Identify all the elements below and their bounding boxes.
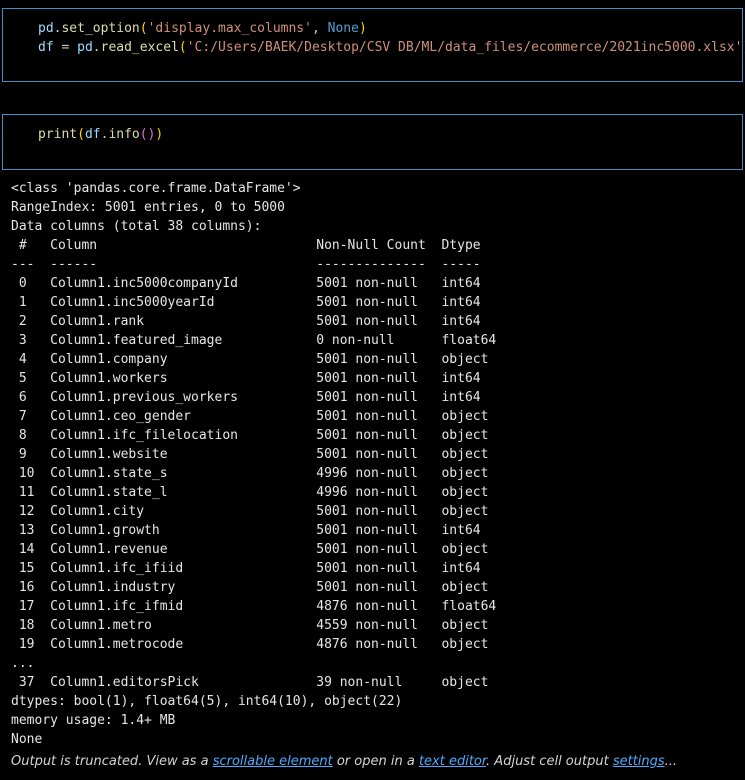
truncated-mid: or open in a: [332, 754, 419, 769]
scrollable-element-link[interactable]: scrollable element: [213, 754, 333, 769]
code-token: pd: [77, 40, 93, 55]
output-line: dtypes: bool(1), float64(5), int64(10), …: [11, 694, 403, 709]
output-line: 37 Column1.editorsPick 39 non-null objec…: [11, 675, 497, 690]
output-line: 7 Column1.ceo_gender 5001 non-null objec…: [11, 409, 497, 424]
output-line: 16 Column1.industry 5001 non-null object: [11, 580, 497, 595]
output-line: memory usage: 1.4+ MB: [11, 713, 176, 728]
truncated-suffix: ...: [664, 754, 678, 769]
output-line: --- ------ -------------- -----: [11, 257, 497, 272]
output-line: 9 Column1.website 5001 non-null object: [11, 447, 497, 462]
code-token: (: [77, 127, 85, 142]
code-token: df: [84, 127, 101, 142]
output-line: 0 Column1.inc5000companyId 5001 non-null…: [11, 276, 497, 291]
text-editor-link[interactable]: text editor: [419, 754, 486, 769]
output-line: 14 Column1.revenue 5001 non-null object: [11, 542, 497, 557]
output-line: ...: [11, 656, 35, 671]
output-line: <class 'pandas.core.frame.DataFrame'>: [11, 181, 301, 196]
code-token: (: [139, 21, 148, 36]
output-line: 12 Column1.city 5001 non-null object: [11, 504, 497, 519]
code-token: .: [92, 40, 101, 55]
output-line: # Column Non-Null Count Dtype: [11, 238, 497, 253]
settings-link[interactable]: settings: [613, 754, 665, 769]
output-line: 3 Column1.featured_image 0 non-null floa…: [11, 333, 497, 348]
code-line: print(df.info()): [38, 125, 163, 144]
code-token: ): [358, 21, 367, 36]
code-token: info: [108, 127, 140, 142]
code-token: pd: [38, 21, 54, 36]
code-token: set_option: [61, 21, 140, 36]
cell-output: <class 'pandas.core.frame.DataFrame'> Ran…: [11, 179, 496, 749]
output-line: 4 Column1.company 5001 non-null object: [11, 352, 497, 367]
code-token: 'display.max_columns': [147, 21, 312, 36]
output-line: 17 Column1.ifc_ifmid 4876 non-null float…: [11, 599, 497, 614]
code-cell-set-option[interactable]: pd.set_option('display.max_columns', Non…: [2, 8, 745, 82]
code-token: ): [155, 127, 164, 142]
output-line: 5 Column1.workers 5001 non-null int64: [11, 371, 497, 386]
code-cell-print-info[interactable]: print(df.info()): [2, 114, 743, 170]
output-line: 2 Column1.rank 5001 non-null int64: [11, 314, 497, 329]
code-line: pd.set_option('display.max_columns', Non…: [38, 19, 745, 38]
cell-source[interactable]: print(df.info()): [38, 125, 163, 144]
code-token: (: [139, 127, 148, 142]
output-line: 19 Column1.metrocode 4876 non-null objec…: [11, 637, 497, 652]
output-line: None: [11, 732, 43, 747]
code-token: None: [327, 21, 359, 36]
code-token: print: [38, 127, 78, 142]
output-line: 15 Column1.ifc_ifiid 5001 non-null int64: [11, 561, 497, 576]
output-line: 11 Column1.state_l 4996 non-null object: [11, 485, 497, 500]
output-line: 10 Column1.state_s 4996 non-null object: [11, 466, 497, 481]
output-line: 6 Column1.previous_workers 5001 non-null…: [11, 390, 497, 405]
cell-source[interactable]: pd.set_option('display.max_columns', Non…: [38, 19, 745, 57]
code-token: 'C:/Users/BAEK/Desktop/CSV DB/ML/data_fi…: [186, 40, 743, 55]
output-line: RangeIndex: 5001 entries, 0 to 5000: [11, 200, 285, 215]
truncated-mid2: . Adjust cell output: [486, 754, 613, 769]
output-line: 18 Column1.metro 4559 non-null object: [11, 618, 497, 633]
code-token: ,: [311, 21, 328, 36]
code-token: df: [38, 40, 54, 55]
truncated-prefix: Output is truncated. View as a: [11, 754, 213, 769]
output-truncated-notice: Output is truncated. View as a scrollabl…: [11, 754, 677, 769]
output-line: 13 Column1.growth 5001 non-null int64: [11, 523, 497, 538]
output-line: Data columns (total 38 columns):: [11, 219, 262, 234]
code-token: (: [178, 40, 187, 55]
output-line: 1 Column1.inc5000yearId 5001 non-null in…: [11, 295, 497, 310]
code-line: df = pd.read_excel('C:/Users/BAEK/Deskto…: [38, 38, 745, 57]
code-token: read_excel: [100, 40, 179, 55]
output-line: 8 Column1.ifc_filelocation 5001 non-null…: [11, 428, 497, 443]
code-token: =: [53, 40, 78, 55]
